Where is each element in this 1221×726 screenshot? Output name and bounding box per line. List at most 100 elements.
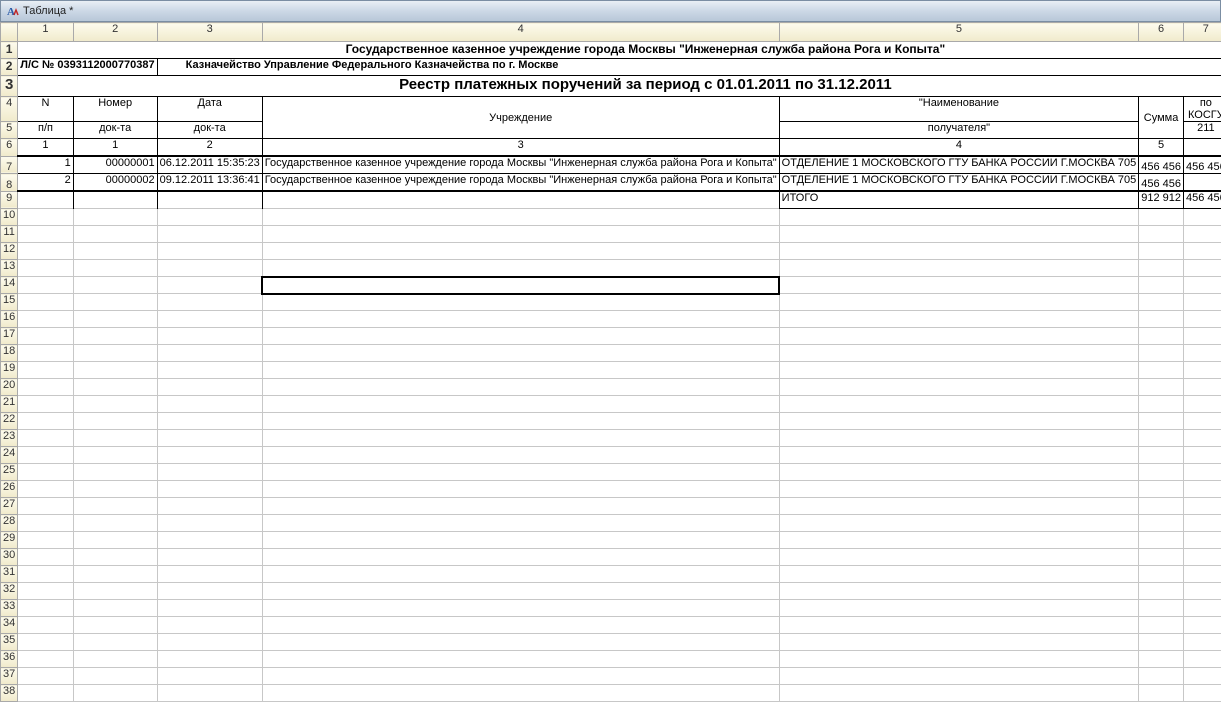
row-header[interactable]: 10 — [1, 209, 18, 226]
cell[interactable] — [73, 566, 157, 583]
cell[interactable] — [18, 481, 73, 498]
cell[interactable] — [1183, 668, 1221, 685]
table-row[interactable]: 16 — [1, 311, 1221, 328]
cell[interactable] — [1139, 311, 1184, 328]
cell[interactable] — [18, 413, 73, 430]
cell[interactable] — [779, 311, 1139, 328]
cell[interactable] — [18, 532, 73, 549]
cell[interactable] — [1183, 277, 1221, 294]
cell[interactable] — [262, 379, 779, 396]
cell[interactable] — [1139, 566, 1184, 583]
cell[interactable] — [1183, 617, 1221, 634]
total-row[interactable]: 9 ИТОГО 912 912 456 456 456 456 — [1, 191, 1221, 209]
cell[interactable] — [779, 634, 1139, 651]
cell[interactable] — [157, 430, 262, 447]
cell[interactable] — [157, 447, 262, 464]
cell[interactable] — [1183, 328, 1221, 345]
corner-cell[interactable] — [1, 23, 18, 42]
cell[interactable] — [1139, 532, 1184, 549]
cell[interactable] — [18, 549, 73, 566]
cell[interactable] — [18, 396, 73, 413]
row-header[interactable]: 1 — [1, 42, 18, 59]
cell[interactable] — [779, 549, 1139, 566]
cell[interactable] — [779, 668, 1139, 685]
row-header[interactable]: 7 — [1, 156, 18, 174]
cell[interactable] — [73, 294, 157, 311]
cell[interactable] — [262, 413, 779, 430]
cell[interactable] — [73, 600, 157, 617]
cell[interactable] — [18, 277, 73, 294]
cell[interactable] — [1139, 668, 1184, 685]
cell[interactable] — [157, 515, 262, 532]
cell[interactable] — [779, 243, 1139, 260]
cell[interactable] — [262, 430, 779, 447]
cell[interactable] — [779, 481, 1139, 498]
cell[interactable] — [1139, 345, 1184, 362]
cell[interactable] — [779, 396, 1139, 413]
row-header[interactable]: 28 — [1, 515, 18, 532]
row-header[interactable]: 25 — [1, 464, 18, 481]
cell[interactable] — [157, 600, 262, 617]
cell[interactable] — [1139, 600, 1184, 617]
cell[interactable] — [157, 345, 262, 362]
cell[interactable] — [157, 481, 262, 498]
cell[interactable] — [1139, 549, 1184, 566]
row-header[interactable]: 16 — [1, 311, 18, 328]
cell[interactable] — [157, 668, 262, 685]
row-header[interactable]: 20 — [1, 379, 18, 396]
cell[interactable] — [1139, 685, 1184, 702]
table-row[interactable]: 35 — [1, 634, 1221, 651]
cell[interactable] — [262, 345, 779, 362]
cell[interactable] — [779, 413, 1139, 430]
row-header[interactable]: 30 — [1, 549, 18, 566]
table-row[interactable]: 6 1 1 2 3 4 5 6 7 — [1, 139, 1221, 157]
cell[interactable] — [262, 328, 779, 345]
cell[interactable] — [779, 328, 1139, 345]
table-row[interactable]: 2 Л/С № 0393112000770387 Казначейство Уп… — [1, 59, 1221, 76]
table-row[interactable]: 24 — [1, 447, 1221, 464]
cell[interactable] — [779, 651, 1139, 668]
cell[interactable] — [157, 328, 262, 345]
table-row[interactable]: 8 2 00000002 09.12.2011 13:36:41 Государ… — [1, 174, 1221, 192]
table-row[interactable]: 20 — [1, 379, 1221, 396]
cell[interactable] — [779, 209, 1139, 226]
col-header[interactable]: 3 — [157, 23, 262, 42]
cell[interactable] — [157, 617, 262, 634]
cell[interactable] — [1183, 362, 1221, 379]
table-row[interactable]: 30 — [1, 549, 1221, 566]
cell[interactable] — [779, 685, 1139, 702]
row-header[interactable]: 34 — [1, 617, 18, 634]
grid-table[interactable]: 1 2 3 4 5 6 7 8 9 10 11 1 Государственно… — [0, 22, 1221, 702]
cell[interactable] — [779, 566, 1139, 583]
cell[interactable] — [1139, 651, 1184, 668]
table-row[interactable]: 29 — [1, 532, 1221, 549]
cell[interactable] — [1139, 379, 1184, 396]
cell[interactable] — [157, 651, 262, 668]
cell[interactable] — [157, 498, 262, 515]
row-header[interactable]: 3 — [1, 76, 18, 97]
cell[interactable] — [1139, 464, 1184, 481]
cell[interactable] — [73, 277, 157, 294]
cell[interactable] — [779, 260, 1139, 277]
cell[interactable] — [157, 277, 262, 294]
table-row[interactable]: 7 1 00000001 06.12.2011 15:35:23 Государ… — [1, 156, 1221, 174]
cell[interactable] — [262, 294, 779, 311]
cell[interactable] — [779, 447, 1139, 464]
cell[interactable] — [157, 583, 262, 600]
table-row[interactable]: 18 — [1, 345, 1221, 362]
cell[interactable] — [262, 515, 779, 532]
cell[interactable] — [1139, 226, 1184, 243]
row-header[interactable]: 14 — [1, 277, 18, 294]
cell[interactable] — [1183, 515, 1221, 532]
cell[interactable] — [1139, 260, 1184, 277]
cell[interactable] — [73, 447, 157, 464]
cell[interactable] — [157, 396, 262, 413]
cell[interactable] — [779, 532, 1139, 549]
table-row[interactable]: 26 — [1, 481, 1221, 498]
cell[interactable] — [73, 532, 157, 549]
cell[interactable] — [1139, 328, 1184, 345]
cell[interactable] — [157, 634, 262, 651]
cell[interactable] — [18, 685, 73, 702]
table-row[interactable]: 22 — [1, 413, 1221, 430]
cell[interactable] — [1139, 481, 1184, 498]
